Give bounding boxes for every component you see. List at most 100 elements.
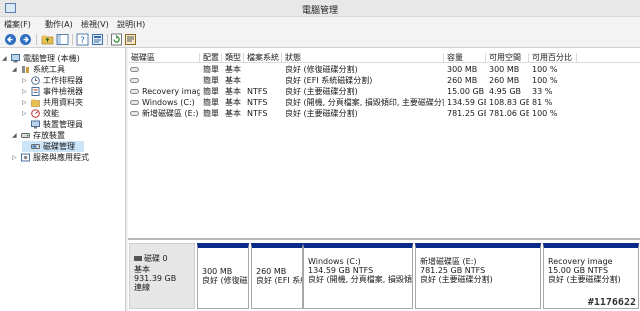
tree-item-label: 事件檢視器 <box>43 87 83 96</box>
volume-free-space: 781.06 GB <box>489 109 529 118</box>
column-header-file-system[interactable]: 檔案系統 <box>244 53 282 63</box>
column-header-free-space[interactable]: 可用空間 <box>486 53 529 63</box>
tree-item-label: 服務與應用程式 <box>33 153 89 162</box>
tree-item-task-scheduler[interactable]: ▷ 工作排程器 <box>22 75 124 86</box>
tree-item-label: 效能 <box>43 109 59 118</box>
partition-recovery-tools[interactable]: 300 MB 良好 (修復磁碟 <box>197 243 249 309</box>
expand-arrow-icon[interactable]: ▷ <box>22 86 29 97</box>
partition-efi[interactable]: 260 MB 良好 (EFI 系統 <box>251 243 303 309</box>
up-folder-icon[interactable] <box>41 33 54 46</box>
partition-status: 良好 (主要磁碟分割) <box>420 275 493 284</box>
volume-type: 基本 <box>225 76 241 85</box>
volume-row[interactable]: 簡單 基本 良好 (EFI 系統磁碟分割) 260 MB 260 MB 100 … <box>128 75 640 86</box>
menu-action[interactable]: 動作(A) <box>45 19 73 30</box>
partition-status: 良好 (開機, 分頁檔案, 損毀傾印 <box>308 275 413 284</box>
clock-icon <box>31 76 40 85</box>
volume-capacity: 260 MB <box>447 76 478 85</box>
back-icon[interactable] <box>4 33 17 46</box>
volume-percent-free: 100 % <box>532 109 558 118</box>
volume-row[interactable]: 簡單 基本 良好 (修復磁碟分割) 300 MB 300 MB 100 % <box>128 64 640 75</box>
svg-text:?: ? <box>80 36 85 46</box>
toolbar: ? <box>0 31 640 48</box>
help-icon[interactable]: ? <box>76 33 89 46</box>
export-icon[interactable] <box>124 33 137 46</box>
expand-arrow-icon[interactable]: ▷ <box>22 97 29 108</box>
column-header-layout[interactable]: 配置 <box>200 53 222 63</box>
partition-size: 260 MB <box>256 267 287 276</box>
volume-layout: 簡單 <box>203 87 219 96</box>
volume-layout: 簡單 <box>203 98 219 107</box>
expand-arrow-icon[interactable]: ◢ <box>12 64 19 75</box>
menu-view[interactable]: 檢視(V) <box>81 19 109 30</box>
refresh-icon[interactable] <box>110 33 123 46</box>
partition-windows-c[interactable]: Windows (C:) 134.59 GB NTFS 良好 (開機, 分頁檔案… <box>303 243 413 309</box>
volume-status: 良好 (主要磁碟分割) <box>285 87 358 96</box>
console-tree-icon[interactable] <box>56 33 69 46</box>
volume-icon <box>130 78 139 83</box>
disk-size: 931.39 GB <box>134 274 177 283</box>
computer-icon <box>11 54 20 63</box>
disk-state: 連線 <box>134 283 150 292</box>
expand-arrow-icon[interactable]: ▷ <box>12 152 19 163</box>
volume-type: 基本 <box>225 65 241 74</box>
column-header-percent-free[interactable]: 可用百分比 <box>529 53 577 63</box>
tree-item-services-applications[interactable]: ▷ 服務與應用程式 <box>12 152 124 163</box>
volume-status: 良好 (主要磁碟分割) <box>285 109 358 118</box>
expand-arrow-icon[interactable]: ◢ <box>2 53 9 64</box>
forward-icon[interactable] <box>19 33 32 46</box>
disk-info-panel[interactable]: 磁碟 0 基本 931.39 GB 連線 <box>129 243 195 309</box>
tree-item-storage[interactable]: ◢ 存放裝置 <box>12 130 124 141</box>
disk-map: 磁碟 0 基本 931.39 GB 連線 300 MB 良好 (修復磁碟 260… <box>128 240 640 311</box>
tree-item-performance[interactable]: ▷ 效能 <box>22 108 124 119</box>
tree-item-system-tools[interactable]: ◢ 系統工具 <box>12 64 124 75</box>
column-header-type[interactable]: 類型 <box>222 53 244 63</box>
expand-arrow-icon[interactable]: ▷ <box>22 75 29 86</box>
volume-percent-free: 81 % <box>532 98 553 107</box>
menu-file[interactable]: 檔案(F) <box>4 19 31 30</box>
properties-icon[interactable] <box>91 33 104 46</box>
partition-size: 300 MB <box>202 267 233 276</box>
column-header-volume[interactable]: 磁碟區 <box>128 53 200 63</box>
expand-arrow-icon[interactable]: ▷ <box>22 108 29 119</box>
volume-name: Recovery image <box>129 86 200 97</box>
tree-item-disk-management[interactable]: 磁碟管理 <box>22 141 84 152</box>
volume-free-space: 4.95 GB <box>489 87 522 96</box>
volume-list-header: 磁碟區 配置 類型 檔案系統 狀態 容量 可用空間 可用百分比 <box>128 53 640 63</box>
partition-size: 134.59 GB NTFS <box>308 266 374 275</box>
volume-row[interactable]: 新增磁碟區 (E:) 簡單 基本 NTFS 良好 (主要磁碟分割) 781.25… <box>128 108 640 119</box>
volume-row[interactable]: Recovery image 簡單 基本 NTFS 良好 (主要磁碟分割) 15… <box>128 86 640 97</box>
disk-icon <box>134 256 142 261</box>
tree-item-computer-management[interactable]: ◢ 電腦管理 (本機) <box>2 53 124 64</box>
column-header-capacity[interactable]: 容量 <box>444 53 486 63</box>
tools-icon <box>21 65 30 74</box>
volume-file-system: NTFS <box>247 98 268 107</box>
partition-new-volume-e[interactable]: 新增磁碟區 (E:) 781.25 GB NTFS 良好 (主要磁碟分割) <box>415 243 541 309</box>
volume-free-space: 108.83 GB <box>489 98 529 107</box>
volume-name: 新增磁碟區 (E:) <box>129 108 200 119</box>
expand-arrow-icon[interactable]: ◢ <box>12 130 19 141</box>
tree-item-event-viewer[interactable]: ▷ 事件檢視器 <box>22 86 124 97</box>
menu-help[interactable]: 說明(H) <box>117 19 145 30</box>
partition-status: 良好 (EFI 系統 <box>256 276 302 285</box>
event-log-icon <box>31 87 40 96</box>
menu-bar: 檔案(F) 動作(A) 檢視(V) 說明(H) <box>0 17 640 31</box>
volume-status: 良好 (修復磁碟分割) <box>285 65 358 74</box>
volume-status: 良好 (開機, 分頁檔案, 損毀傾印, 主要磁碟分割) <box>285 98 444 107</box>
tree-item-device-manager[interactable]: 裝置管理員 <box>22 119 124 130</box>
tree-item-label: 裝置管理員 <box>43 120 83 129</box>
services-icon <box>21 153 30 162</box>
column-header-status[interactable]: 狀態 <box>282 53 444 63</box>
volume-name <box>129 64 200 75</box>
volume-row[interactable]: Windows (C:) 簡單 基本 NTFS 良好 (開機, 分頁檔案, 損毀… <box>128 97 640 108</box>
volume-percent-free: 33 % <box>532 87 553 96</box>
volume-icon <box>130 89 139 94</box>
volume-type: 基本 <box>225 109 241 118</box>
shared-folder-icon <box>31 98 40 107</box>
volume-capacity: 300 MB <box>447 65 478 74</box>
tree-item-shared-folders[interactable]: ▷ 共用資料夾 <box>22 97 124 108</box>
volume-percent-free: 100 % <box>532 76 558 85</box>
volume-file-system <box>246 64 282 75</box>
tree-item-label: 存放裝置 <box>33 131 65 140</box>
volume-name: Windows (C:) <box>129 97 200 108</box>
tree-item-label: 電腦管理 (本機) <box>23 54 80 63</box>
